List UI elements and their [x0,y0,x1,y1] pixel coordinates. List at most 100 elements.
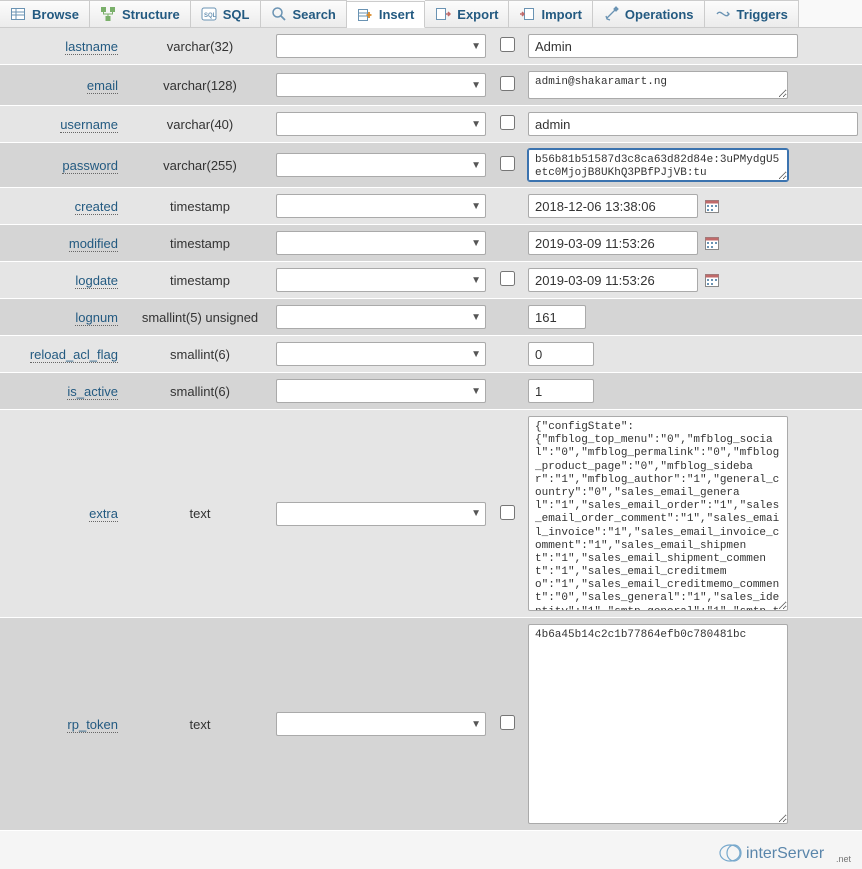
import-icon [519,6,535,22]
tab-sql[interactable]: SQLSQL [191,0,261,27]
field-row-lognum: lognum smallint(5) unsigned ▼ [0,299,862,336]
tab-search[interactable]: Search [261,0,347,27]
null-checkbox[interactable] [500,271,515,286]
tab-label: Operations [625,7,694,22]
field-row-rp_token: rp_token text ▼ [0,618,862,831]
column-link-logdate[interactable]: logdate [75,273,118,289]
column-type: timestamp [130,273,270,288]
function-select[interactable]: ▼ [276,194,486,218]
column-type: varchar(32) [130,39,270,54]
field-rows: lastnamevarchar(32)▼emailvarchar(128)▼us… [0,28,862,831]
column-link-is_active[interactable]: is_active [67,384,118,400]
tab-export[interactable]: Export [425,0,509,27]
function-select[interactable]: ▼ [276,73,486,97]
function-select[interactable]: ▼ [276,153,486,177]
value-input[interactable] [528,305,586,329]
tab-label: Browse [32,7,79,22]
value-input[interactable] [528,231,698,255]
field-row-is_active: is_active smallint(6) ▼ [0,373,862,410]
column-link-rp_token[interactable]: rp_token [67,717,118,733]
tab-label: Structure [122,7,180,22]
value-textarea[interactable] [528,416,788,611]
null-checkbox[interactable] [500,76,515,91]
field-row-password: password varchar(255) ▼ [0,143,862,188]
tab-triggers[interactable]: Triggers [705,0,799,27]
value-textarea[interactable] [528,149,788,181]
calendar-icon[interactable] [704,198,720,214]
column-link-reload_acl_flag[interactable]: reload_acl_flag [30,347,118,363]
null-checkbox[interactable] [500,715,515,730]
value-input[interactable] [528,342,594,366]
function-select[interactable]: ▼ [276,305,486,329]
column-link-username[interactable]: username [60,117,118,133]
value-textarea[interactable] [528,624,788,824]
function-select[interactable]: ▼ [276,379,486,403]
null-checkbox[interactable] [500,156,515,171]
value-input[interactable] [528,34,798,58]
function-select[interactable]: ▼ [276,712,486,736]
tab-operations[interactable]: Operations [593,0,705,27]
function-select[interactable]: ▼ [276,502,486,526]
function-select[interactable]: ▼ [276,34,486,58]
field-row-created: created timestamp ▼ [0,188,862,225]
column-link-email[interactable]: email [87,78,118,94]
column-type: timestamp [130,199,270,214]
column-link-created[interactable]: created [75,199,118,215]
tab-import[interactable]: Import [509,0,592,27]
tab-structure[interactable]: Structure [90,0,191,27]
tab-insert[interactable]: Insert [347,1,425,28]
field-row-modified: modified timestamp ▼ [0,225,862,262]
column-type: varchar(255) [130,158,270,173]
tab-label: Search [293,7,336,22]
function-select[interactable]: ▼ [276,342,486,366]
tab-label: Import [541,7,581,22]
null-checkbox[interactable] [500,505,515,520]
chevron-down-icon: ▼ [471,119,481,130]
chevron-down-icon: ▼ [471,80,481,91]
column-link-password[interactable]: password [62,158,118,174]
triggers-icon [715,6,731,22]
value-input[interactable] [528,268,698,292]
watermark-text: interServer [746,845,825,862]
field-row-reload_acl_flag: reload_acl_flag smallint(6) ▼ [0,336,862,373]
field-row-email: emailvarchar(128)▼ [0,65,862,106]
calendar-icon[interactable] [704,272,720,288]
sql-icon: SQL [201,6,217,22]
svg-text:SQL: SQL [204,13,217,19]
column-type: smallint(6) [130,384,270,399]
export-icon [435,6,451,22]
chevron-down-icon: ▼ [471,349,481,360]
insert-icon [357,7,373,23]
value-input[interactable] [528,194,698,218]
tab-browse[interactable]: Browse [0,0,90,27]
function-select[interactable]: ▼ [276,268,486,292]
tab-label: Triggers [737,7,788,22]
chevron-down-icon: ▼ [471,201,481,212]
null-checkbox[interactable] [500,37,515,52]
chevron-down-icon: ▼ [471,275,481,286]
null-checkbox[interactable] [500,115,515,130]
column-link-modified[interactable]: modified [69,236,118,252]
column-link-extra[interactable]: extra [89,506,118,522]
column-type: text [130,717,270,732]
calendar-icon[interactable] [704,235,720,251]
browse-icon [10,6,26,22]
value-input[interactable] [528,379,594,403]
column-type: text [130,506,270,521]
chevron-down-icon: ▼ [471,386,481,397]
value-input[interactable] [528,112,858,136]
interserver-watermark: interServer .net [718,842,858,867]
field-row-username: usernamevarchar(40)▼ [0,106,862,143]
column-type: smallint(6) [130,347,270,362]
operations-icon [603,6,619,22]
column-type: timestamp [130,236,270,251]
column-type: smallint(5) unsigned [130,310,270,325]
column-link-lognum[interactable]: lognum [75,310,118,326]
function-select[interactable]: ▼ [276,231,486,255]
watermark-tld: .net [836,854,852,864]
chevron-down-icon: ▼ [471,160,481,171]
value-textarea[interactable] [528,71,788,99]
function-select[interactable]: ▼ [276,112,486,136]
column-link-lastname[interactable]: lastname [65,39,118,55]
field-row-extra: extra text ▼ [0,410,862,618]
